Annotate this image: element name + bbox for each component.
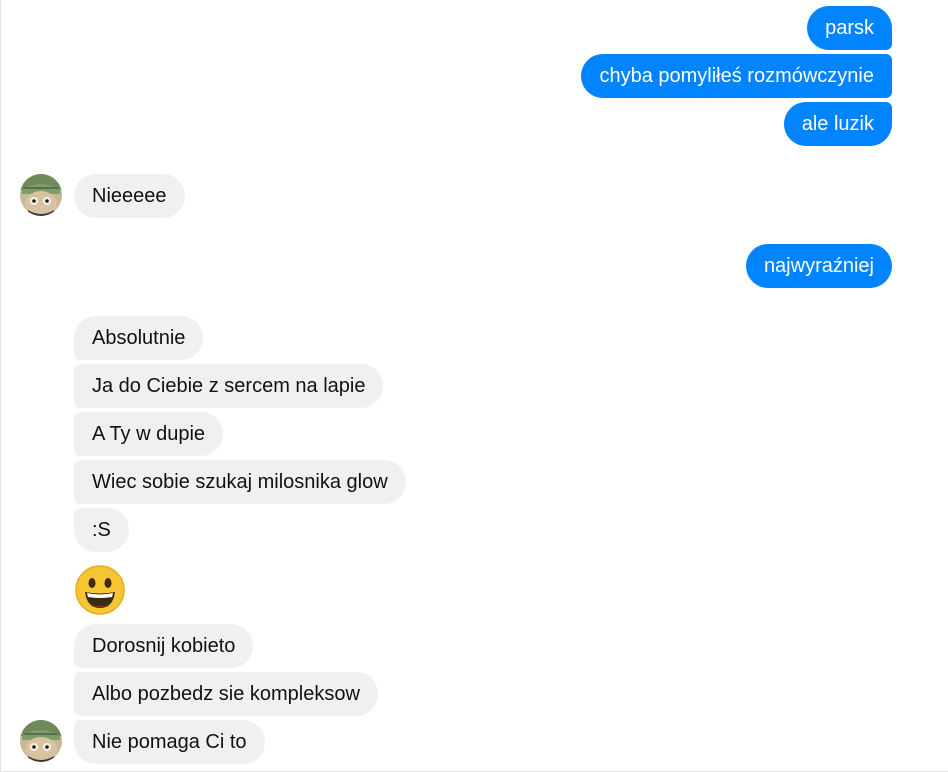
incoming-message[interactable]: A Ty w dupie [74,412,224,456]
outgoing-message[interactable]: chyba pomyliłeś rozmówczynie [581,54,892,98]
incoming-message[interactable]: Albo pozbedz sie kompleksow [74,672,378,716]
outgoing-message[interactable]: najwyraźniej [745,244,892,288]
incoming-message[interactable]: Dorosnij kobieto [74,624,254,668]
contact-avatar-icon[interactable] [20,174,62,216]
incoming-message[interactable]: Ja do Ciebie z sercem na lapie [74,364,384,408]
incoming-message[interactable]: Wiec sobie szukaj milosnika glow [74,460,406,504]
incoming-message[interactable]: Nieeeee [74,174,185,218]
grinning-face-emoji-icon[interactable] [74,564,126,616]
outgoing-message[interactable]: parsk [807,6,892,50]
contact-avatar-icon[interactable] [20,720,62,762]
incoming-message[interactable]: Nie pomaga Ci to [74,720,265,764]
incoming-message[interactable]: :S [74,508,129,552]
message-thread: parsk chyba pomyliłeś rozmówczynie ale l… [0,0,948,772]
outgoing-message[interactable]: ale luzik [783,102,892,146]
incoming-message[interactable]: Absolutnie [74,316,204,360]
